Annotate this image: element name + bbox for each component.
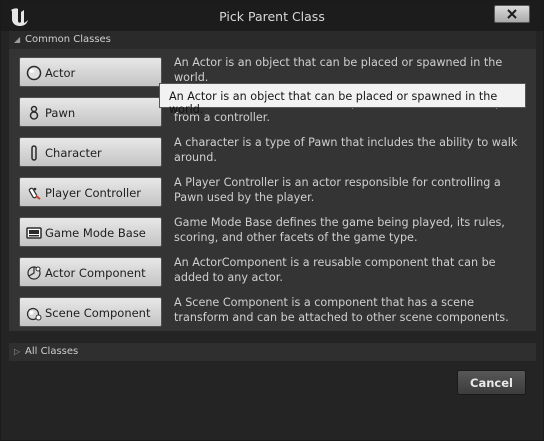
close-icon xyxy=(507,9,517,19)
class-row-character: Character A character is a type of Pawn … xyxy=(19,136,531,171)
character-class-button[interactable]: Character xyxy=(19,137,162,167)
class-button-label: Actor Component xyxy=(45,266,146,280)
collapsed-arrow-icon: ▷ xyxy=(14,347,21,356)
class-description: A Player Controller is an actor responsi… xyxy=(174,176,501,204)
cancel-button[interactable]: Cancel xyxy=(457,370,526,395)
close-button[interactable] xyxy=(494,5,530,23)
pick-parent-class-dialog: Pick Parent Class ◢ Common Classes Actor… xyxy=(0,0,544,441)
character-icon xyxy=(31,145,37,161)
class-description: Game Mode Base defines the game being pl… xyxy=(174,216,505,244)
actor-component-icon xyxy=(27,266,41,280)
title-bar[interactable]: Pick Parent Class xyxy=(1,1,543,31)
class-row-scene-component: Scene Component A Scene Component is a c… xyxy=(19,296,531,331)
scene-component-icon xyxy=(26,307,42,321)
actor-tooltip: An Actor is an object that can be placed… xyxy=(159,83,526,116)
game-mode-icon xyxy=(26,227,42,239)
class-row-actor-component: Actor Component An ActorComponent is a r… xyxy=(19,256,531,291)
common-classes-header[interactable]: ◢ Common Classes xyxy=(9,31,536,49)
class-button-label: Scene Component xyxy=(45,306,151,320)
pawn-class-button[interactable]: Pawn xyxy=(19,97,162,127)
actor-class-button[interactable]: Actor xyxy=(19,57,162,87)
expanded-arrow-icon: ◢ xyxy=(14,35,21,44)
scene-component-class-button[interactable]: Scene Component xyxy=(19,297,162,327)
class-button-label: Player Controller xyxy=(45,186,142,200)
class-button-label: Actor xyxy=(45,66,76,80)
class-description: An ActorComponent is a reusable componen… xyxy=(174,256,496,284)
class-description: An Actor is an object that can be placed… xyxy=(174,56,503,84)
class-button-label: Character xyxy=(45,146,102,160)
actor-component-class-button[interactable]: Actor Component xyxy=(19,257,162,287)
class-button-label: Game Mode Base xyxy=(45,226,146,240)
class-row-player-controller: Player Controller A Player Controller is… xyxy=(19,176,531,211)
section-label: Common Classes xyxy=(25,34,111,45)
pawn-icon xyxy=(29,105,39,120)
class-row-game-mode-base: Game Mode Base Game Mode Base defines th… xyxy=(19,216,531,251)
all-classes-header[interactable]: ▷ All Classes xyxy=(9,343,536,361)
class-description: A character is a type of Pawn that inclu… xyxy=(174,136,518,164)
player-controller-class-button[interactable]: Player Controller xyxy=(19,177,162,207)
class-button-label: Pawn xyxy=(45,106,76,120)
window-title: Pick Parent Class xyxy=(219,9,325,24)
actor-sphere-icon xyxy=(26,65,42,81)
game-mode-base-class-button[interactable]: Game Mode Base xyxy=(19,217,162,247)
class-description: A Scene Component is a component that ha… xyxy=(174,296,509,324)
section-label: All Classes xyxy=(25,346,79,357)
player-controller-icon xyxy=(28,187,41,200)
